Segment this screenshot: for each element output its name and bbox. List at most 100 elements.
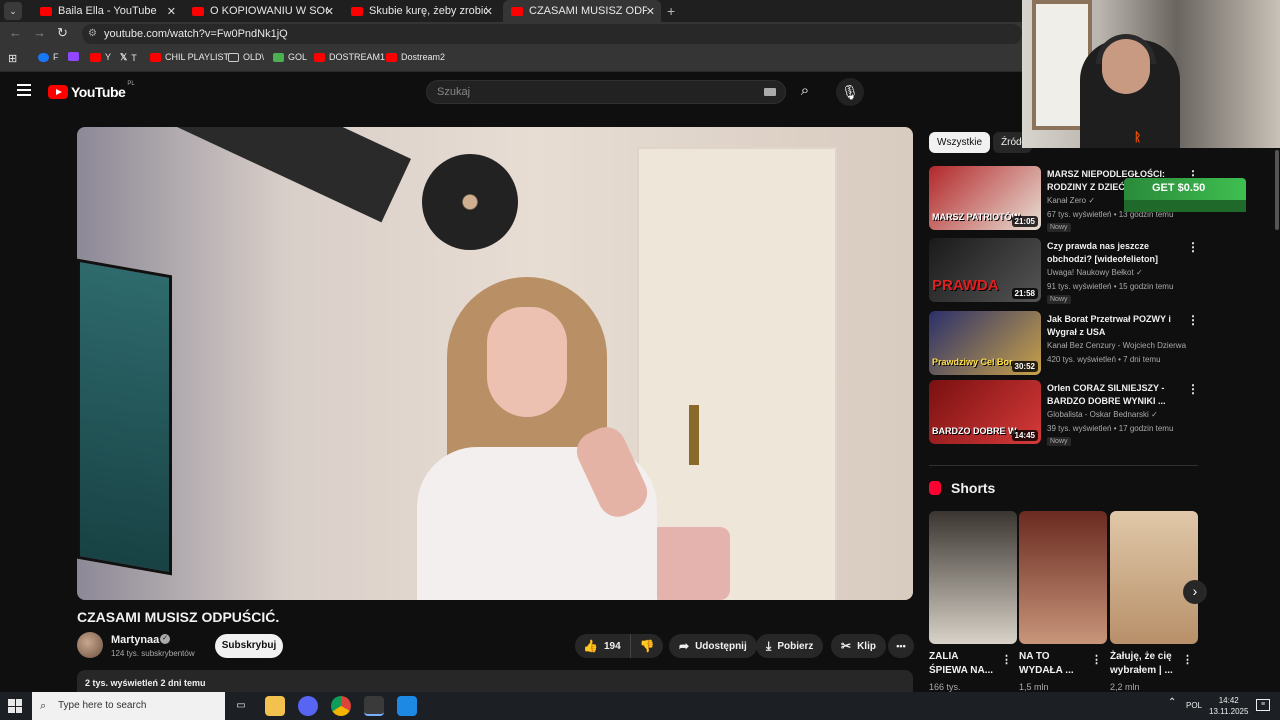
video-title: CZASAMI MUSISZ ODPUŚCIĆ.: [77, 609, 280, 625]
more-actions-button[interactable]: •••: [888, 634, 914, 658]
kebab-menu-icon[interactable]: ⋮: [1187, 382, 1199, 396]
youtube-logo[interactable]: YouTube PL: [48, 81, 135, 100]
browser-tab[interactable]: Baila Ella - YouTube ✕: [32, 0, 182, 22]
bookmark-item[interactable]: CHIL PLAYLIST: [150, 52, 229, 62]
bookmark-folder[interactable]: OLD\: [228, 52, 264, 62]
youtube-icon: [314, 52, 325, 62]
site-info-icon[interactable]: ⚙: [88, 24, 97, 44]
chip-all[interactable]: Wszystkie: [929, 132, 990, 153]
recommended-title[interactable]: Czy prawda nas jeszcze obchodzi? [wideof…: [1047, 240, 1175, 266]
video-thumbnail[interactable]: MARSZ PATRIOTÓW 21:05: [929, 166, 1041, 230]
recommended-video[interactable]: Prawdziwy Cel Bor 30:52 Jak Borat Przetr…: [929, 311, 1199, 379]
download-button[interactable]: ⤓ Pobierz: [756, 634, 824, 658]
short-thumbnail[interactable]: [1110, 511, 1198, 644]
video-frame-tv: [172, 127, 412, 223]
close-icon[interactable]: ✕: [325, 5, 334, 18]
file-explorer-icon[interactable]: [265, 696, 285, 716]
recommended-video[interactable]: PRAWDA 21:58 Czy prawda nas jeszcze obch…: [929, 238, 1199, 306]
bookmark-item[interactable]: F: [38, 52, 59, 62]
channel-name[interactable]: Martynaa: [111, 634, 159, 646]
like-button[interactable]: 👍 194: [575, 634, 631, 658]
gol-icon: [273, 52, 284, 62]
verified-check-icon: ✓: [1135, 268, 1143, 277]
obs-icon[interactable]: [364, 696, 384, 716]
chevron-right-icon[interactable]: ›: [1183, 580, 1207, 604]
close-icon[interactable]: ✕: [167, 5, 176, 18]
taskbar-search-input[interactable]: ⌕ Type here to search: [32, 692, 225, 720]
short-title[interactable]: NA TO WYDAŁA ...: [1019, 650, 1089, 678]
language-indicator[interactable]: POL: [1186, 701, 1202, 710]
webcam-overlay: ᚱ: [1022, 0, 1280, 148]
bookmark-item[interactable]: DOSTREAM1: [314, 52, 385, 62]
recommended-title[interactable]: Jak Borat Przetrwał POZWY i Wygrał z USA: [1047, 313, 1175, 339]
voice-search-button[interactable]: 🎙: [836, 78, 864, 106]
video-frame-person: [377, 277, 677, 600]
tab-title: O KOPIOWANIU W SOCIAL ME...: [210, 5, 328, 17]
duration-badge: 21:58: [1011, 288, 1038, 299]
video-thumbnail[interactable]: BARDZO DOBRE W 14:45: [929, 380, 1041, 444]
recommended-meta: 39 tys. wyświetleń • 17 godzin temu: [1047, 424, 1174, 433]
subscribe-button[interactable]: Subskrybuj: [215, 634, 283, 658]
new-tab-button[interactable]: +: [667, 0, 675, 22]
bookmark-item[interactable]: [68, 52, 83, 61]
keyboard-icon[interactable]: [764, 88, 776, 96]
bookmark-item[interactable]: 𝕏T: [120, 52, 137, 63]
short-thumbnail[interactable]: [929, 511, 1017, 644]
video-thumbnail[interactable]: Prawdziwy Cel Bor 30:52: [929, 311, 1041, 375]
tray-expand-icon[interactable]: ⌃: [1168, 697, 1176, 708]
notification-icon[interactable]: ≡: [1256, 699, 1270, 711]
kebab-menu-icon[interactable]: ⋮: [1001, 653, 1012, 666]
recommended-channel[interactable]: Kanał Zero ✓: [1047, 196, 1095, 205]
windows-start-icon[interactable]: [8, 699, 22, 713]
browser-tab[interactable]: O KOPIOWANIU W SOCIAL ME... ✕: [184, 0, 340, 22]
subscriber-count: 124 tys. subskrybentów: [111, 649, 195, 658]
microphone-icon: 🎙: [841, 84, 859, 100]
recommended-title[interactable]: Orlen CORAZ SILNIEJSZY - BARDZO DOBRE WY…: [1047, 382, 1175, 408]
app-icon[interactable]: [397, 696, 417, 716]
bookmark-item[interactable]: GOL: [273, 52, 307, 62]
clip-button[interactable]: ✂ Klip: [831, 634, 886, 658]
recommended-meta: 420 tys. wyświetleń • 7 dni temu: [1047, 355, 1161, 364]
recommended-channel[interactable]: Globalista - Oskar Bednarski ✓: [1047, 410, 1158, 419]
kebab-menu-icon[interactable]: ⋮: [1187, 240, 1199, 254]
short-title[interactable]: ZALIA ŚPIEWA NA...: [929, 650, 999, 678]
youtube-icon: [386, 52, 397, 62]
dislike-button[interactable]: 👎: [631, 639, 663, 653]
task-view-icon[interactable]: ▭: [231, 696, 251, 716]
recommended-channel[interactable]: Kanał Bez Cenzury - Wojciech Dzierwa: [1047, 341, 1186, 350]
chrome-icon[interactable]: [331, 696, 351, 716]
bookmark-item[interactable]: Dostream2: [386, 52, 445, 62]
video-thumbnail[interactable]: PRAWDA 21:58: [929, 238, 1041, 302]
browser-tab[interactable]: Skubie kurę, żeby zrobić z niej... ✕: [343, 0, 499, 22]
kebab-menu-icon[interactable]: ⋮: [1187, 313, 1199, 327]
bookmark-item[interactable]: Y: [90, 52, 111, 62]
browser-tab-active[interactable]: CZASAMI MUSISZ ODPUŚCIĆ... ✕: [503, 0, 661, 22]
search-input[interactable]: Szukaj: [426, 80, 786, 104]
system-clock[interactable]: 14:42 13.11.2025: [1209, 695, 1248, 717]
reload-icon[interactable]: ↻: [57, 25, 68, 41]
description-box[interactable]: 2 tys. wyświetleń 2 dni temu: [77, 670, 913, 692]
new-badge: Nowy: [1047, 295, 1071, 304]
recommended-channel[interactable]: Uwaga! Naukowy Bełkot ✓: [1047, 268, 1143, 277]
short-views: 1,5 mln: [1019, 682, 1049, 692]
short-title[interactable]: Żałuję, że cię wybrałem | ...: [1110, 650, 1180, 678]
close-icon[interactable]: ✕: [646, 5, 655, 18]
close-icon[interactable]: ✕: [484, 5, 493, 18]
short-views: 2,2 mln: [1110, 682, 1140, 692]
scrollbar[interactable]: [1275, 150, 1279, 230]
share-button[interactable]: ➦ Udostępnij: [669, 634, 757, 658]
channel-avatar[interactable]: [77, 632, 103, 658]
short-thumbnail[interactable]: [1019, 511, 1107, 644]
forward-arrow-icon[interactable]: →: [33, 25, 46, 40]
discord-icon[interactable]: [298, 696, 318, 716]
apps-grid-icon[interactable]: ⊞: [8, 52, 17, 65]
tab-search-button[interactable]: ⌄: [4, 2, 22, 20]
video-player[interactable]: [77, 127, 913, 600]
menu-icon[interactable]: [17, 84, 31, 96]
recommended-video[interactable]: BARDZO DOBRE W 14:45 Orlen CORAZ SILNIEJ…: [929, 380, 1199, 448]
back-arrow-icon[interactable]: ←: [9, 25, 22, 40]
search-button[interactable]: ⌕: [789, 80, 821, 104]
url-field[interactable]: ⚙ youtube.com/watch?v=Fw0PndNk1jQ: [82, 24, 1022, 44]
kebab-menu-icon[interactable]: ⋮: [1182, 653, 1193, 666]
kebab-menu-icon[interactable]: ⋮: [1091, 653, 1102, 666]
